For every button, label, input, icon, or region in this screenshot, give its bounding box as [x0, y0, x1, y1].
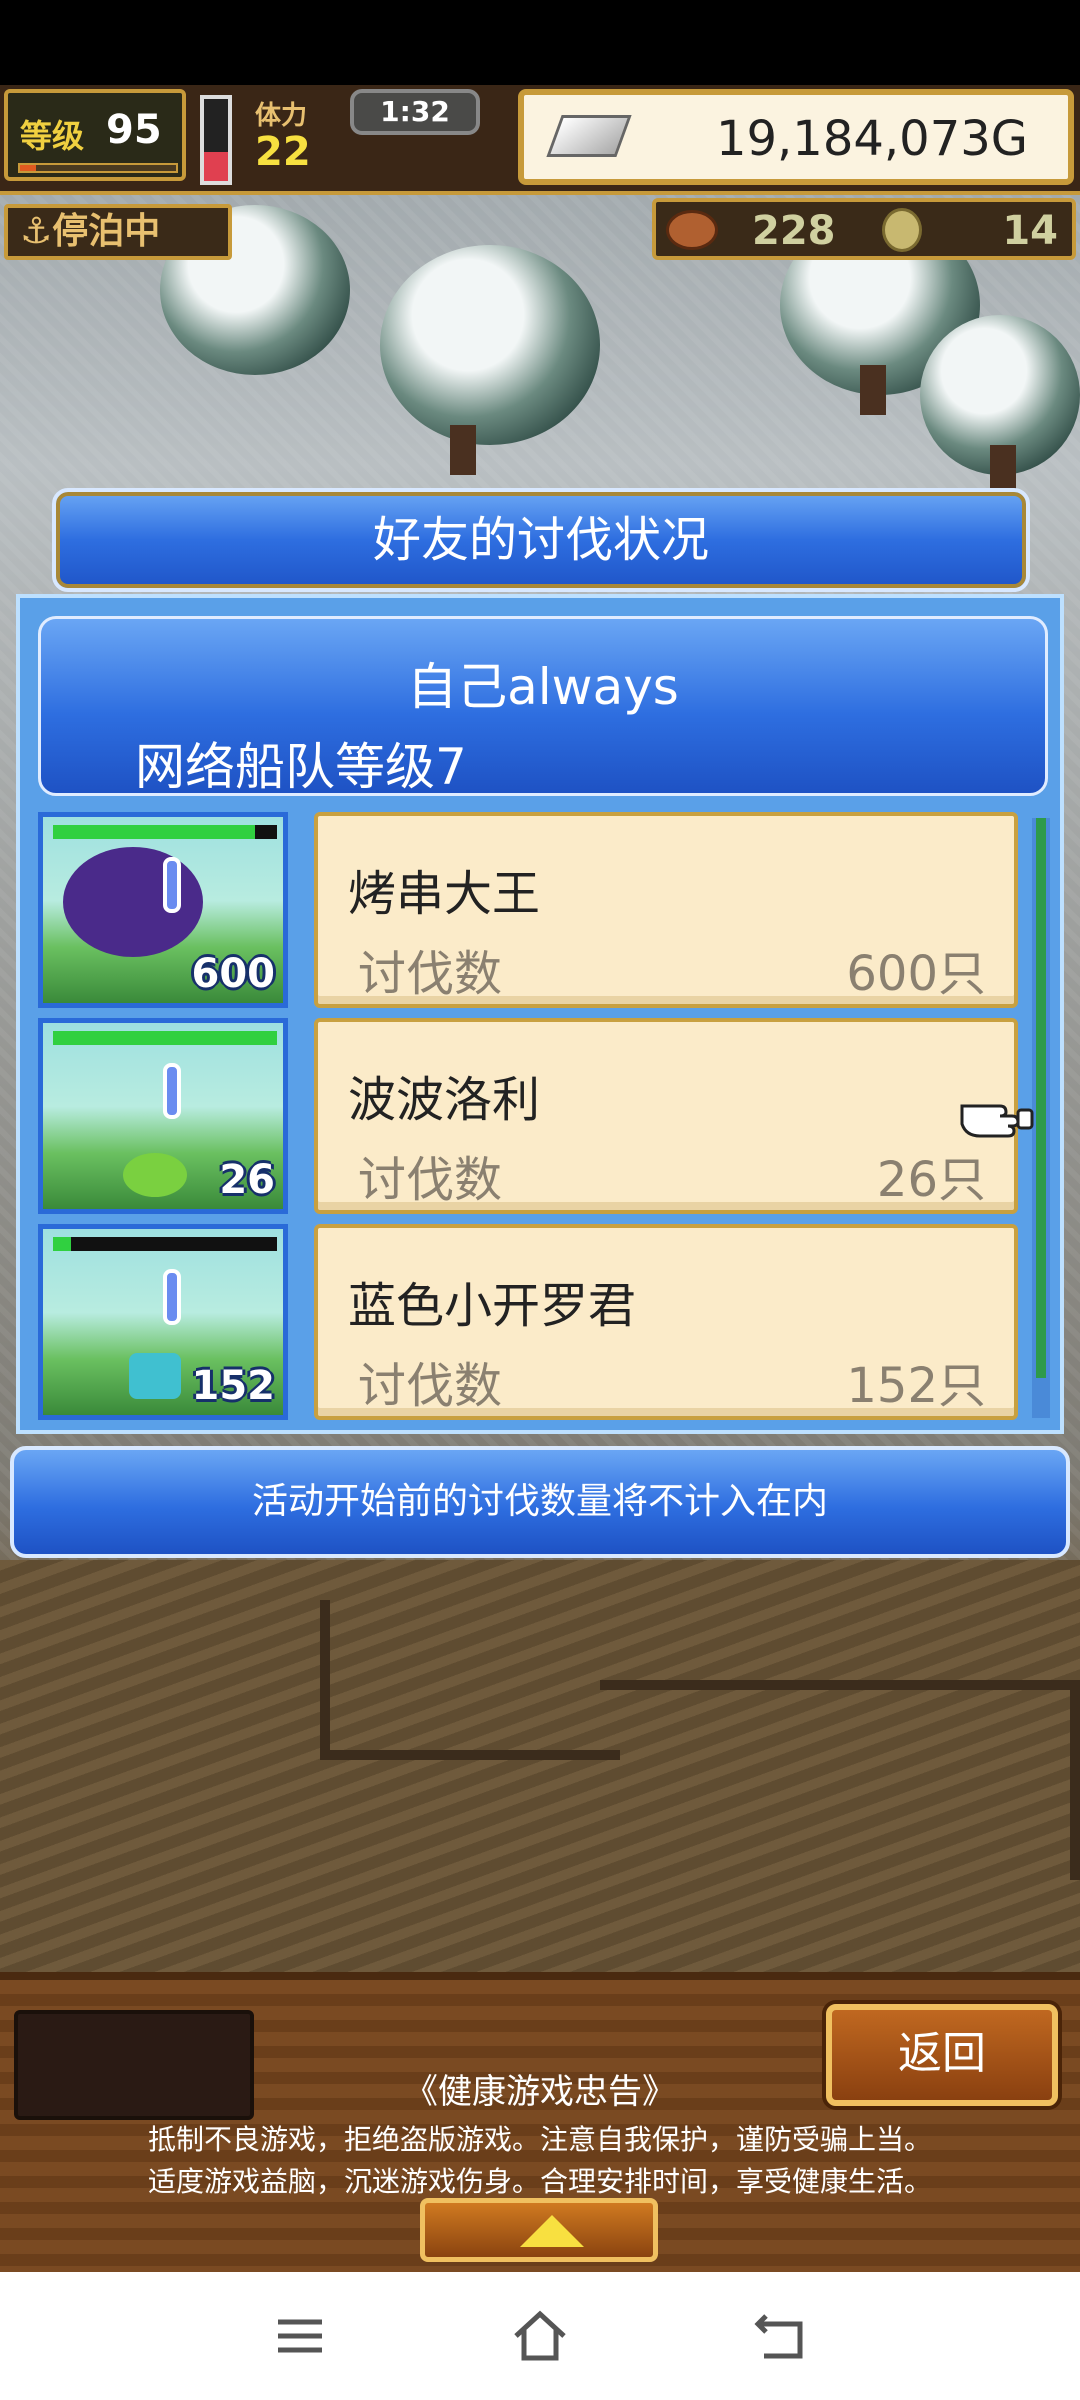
game-screen: 等级 95 体力 22 1:32 19,184,073G ⚓停泊中 228 14…	[0, 0, 1080, 2400]
exclamation-icon	[163, 1063, 181, 1119]
friend-list[interactable]: 600 烤串大王 讨伐数 600只 26 波波洛利 讨伐数 26只 152 蓝色…	[38, 812, 1038, 1422]
system-nav-bar	[0, 2272, 1080, 2400]
stamina-timer: 1:32	[350, 89, 480, 135]
resource-a-value: 228	[752, 208, 836, 254]
scrollbar-thumb[interactable]	[1036, 818, 1046, 1378]
meat-icon	[666, 210, 718, 250]
slime-sprite	[123, 1153, 187, 1197]
advisory-line: 适度游戏益脑，沉迷游戏伤身。合理安排时间，享受健康生活。	[147, 2165, 932, 2198]
top-hud: 等级 95 体力 22 1:32 19,184,073G	[0, 85, 1080, 195]
exclamation-icon	[163, 1269, 181, 1325]
resource-box: 228 14	[652, 198, 1076, 260]
thumb-count: 26	[219, 1157, 275, 1203]
dialog-title: 好友的讨伐状况	[372, 512, 709, 568]
level-label: 等级	[20, 117, 85, 155]
kill-label: 讨伐数	[358, 946, 503, 1002]
resource-b-value: 14	[1002, 208, 1058, 254]
exclamation-icon	[163, 857, 181, 913]
stamina-label: 体力	[255, 101, 308, 131]
menu-icon[interactable]	[270, 2306, 330, 2366]
money-value: 19,184,073G	[715, 111, 1028, 167]
owner-name: 自己always	[407, 658, 679, 716]
medal-icon	[882, 208, 922, 252]
monster-thumbnail: 600	[38, 812, 288, 1008]
fleet-level: 网络船队等级7	[135, 738, 467, 796]
notice-text: 活动开始前的讨伐数量将不计入在内	[251, 1481, 828, 1522]
pointing-hand-icon	[960, 1104, 1034, 1138]
advisory-title: 《健康游戏忠告》	[404, 2072, 676, 2112]
ship-deck	[0, 1560, 1080, 1980]
notice-bar: 活动开始前的讨伐数量将不计入在内	[10, 1446, 1070, 1558]
back-icon[interactable]	[750, 2306, 810, 2366]
stamina-gauge	[200, 95, 232, 185]
money-box: 19,184,073G	[518, 89, 1074, 185]
owner-header: 自己always 网络船队等级7	[38, 616, 1048, 796]
kill-label: 讨伐数	[358, 1358, 503, 1414]
list-item[interactable]: 26 波波洛利 讨伐数 26只	[38, 1018, 1038, 1214]
hp-bar	[53, 1031, 277, 1045]
kill-count: 600只	[846, 946, 986, 1002]
dialog-title-banner: 好友的讨伐状况	[52, 488, 1030, 592]
monster-sprite	[63, 847, 203, 957]
friend-name: 蓝色小开罗君	[348, 1278, 637, 1334]
stamina-value: 22	[255, 129, 311, 175]
arrow-up-icon	[520, 2215, 584, 2247]
expand-button[interactable]	[420, 2198, 658, 2262]
thumb-count: 152	[191, 1363, 276, 1409]
kill-label: 讨伐数	[358, 1152, 503, 1208]
silver-ingot-icon	[546, 115, 632, 157]
snowy-tree	[380, 245, 600, 445]
player-level-box: 等级 95	[4, 89, 186, 181]
bottom-bar: 返回 《健康游戏忠告》 抵制不良游戏，拒绝盗版游戏。注意自我保护，谨防受骗上当。…	[0, 1972, 1080, 2272]
monster-thumbnail: 26	[38, 1018, 288, 1214]
list-item[interactable]: 152 蓝色小开罗君 讨伐数 152只	[38, 1224, 1038, 1420]
blue-robot-sprite	[129, 1353, 181, 1399]
hp-bar	[53, 825, 277, 839]
kill-count: 152只	[846, 1358, 986, 1414]
monster-thumbnail: 152	[38, 1224, 288, 1420]
anchored-status[interactable]: ⚓停泊中	[4, 204, 232, 260]
home-icon[interactable]	[510, 2306, 570, 2366]
friend-name: 烤串大王	[348, 866, 541, 922]
level-progress-bar	[18, 163, 178, 173]
friend-card[interactable]: 波波洛利 讨伐数 26只	[314, 1018, 1018, 1214]
list-scrollbar[interactable]	[1032, 818, 1050, 1418]
advisory-line: 抵制不良游戏，拒绝盗版游戏。注意自我保护，谨防受骗上当。	[147, 2123, 932, 2156]
thumb-count: 600	[191, 951, 276, 997]
hp-bar	[53, 1237, 277, 1251]
kill-count: 26只	[876, 1152, 986, 1208]
friends-panel: 自己always 网络船队等级7 600 烤串大王 讨伐数 600只 26 波波…	[16, 594, 1064, 1434]
friend-name: 波波洛利	[348, 1072, 541, 1128]
list-item[interactable]: 600 烤串大王 讨伐数 600只	[38, 812, 1038, 1008]
friend-card[interactable]: 烤串大王 讨伐数 600只	[314, 812, 1018, 1008]
friend-card[interactable]: 蓝色小开罗君 讨伐数 152只	[314, 1224, 1018, 1420]
level-value: 95	[106, 107, 162, 153]
